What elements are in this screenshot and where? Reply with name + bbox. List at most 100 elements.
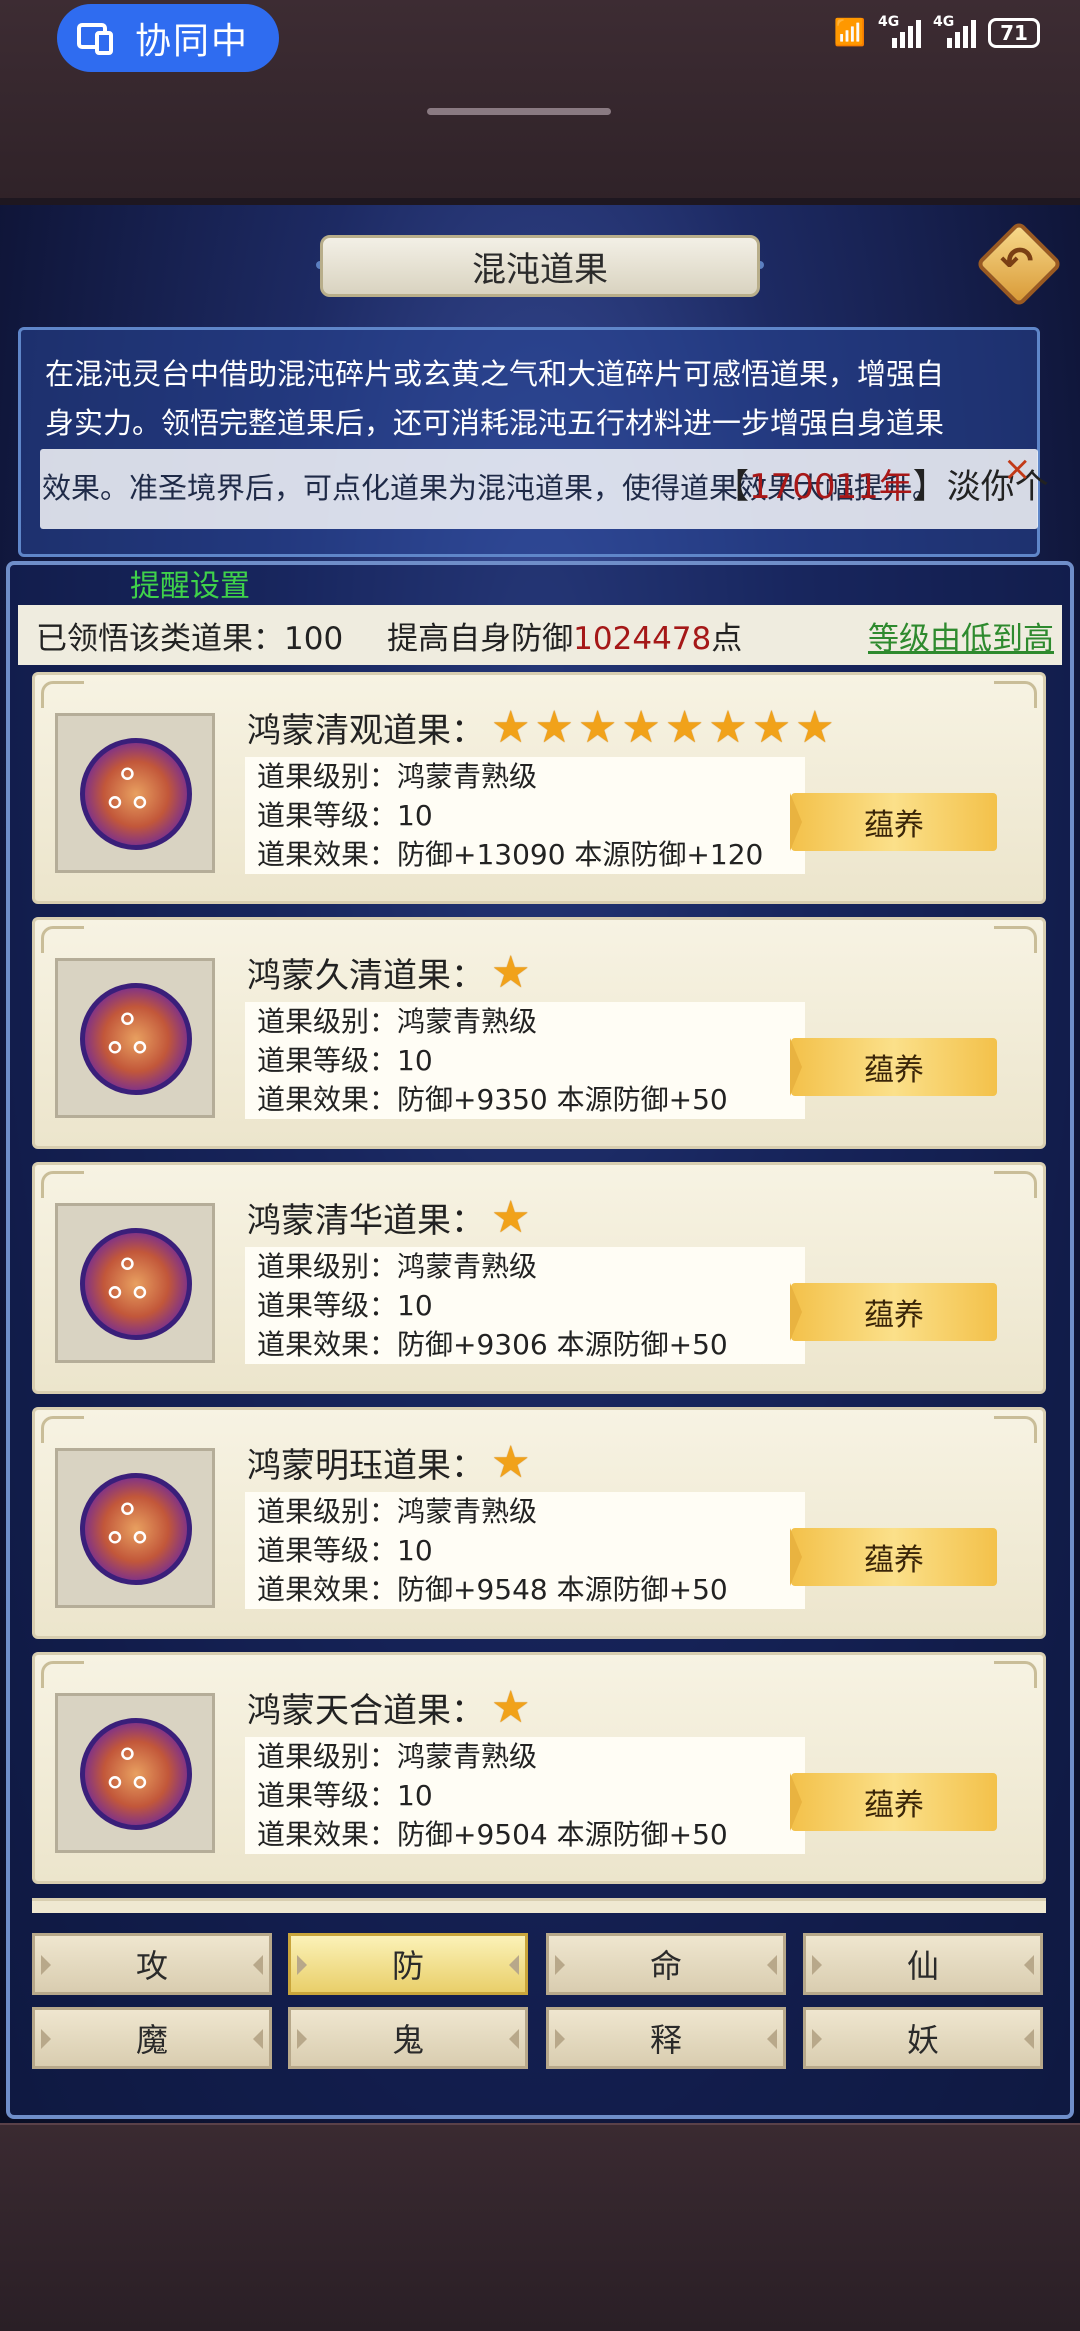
star-icon: ★ [491,701,531,753]
fruit-effect: 道果效果：防御+9306 本源防御+50 [257,1328,728,1361]
fruit-name: 鸿蒙清华道果： [247,1201,485,1241]
fruit-icon-box[interactable]: ஃ [55,1448,215,1608]
fruit-title: 鸿蒙清观道果： ★ ★ ★ ★ ★ ★ ★ ★ [247,703,835,752]
nurture-button[interactable]: 蕴养 [790,1038,997,1096]
fruit-attributes: 道果级别：鸿蒙青熟级 道果等级：10 道果效果：防御+9306 本源防御+50 [245,1247,805,1364]
star-rating: ★ [491,946,531,998]
fruit-title: 鸿蒙久清道果： ★ [247,948,530,997]
tab-label: 释 [649,2021,682,2059]
fruit-attributes: 道果级别：鸿蒙青熟级 道果等级：10 道果效果：防御+9548 本源防御+50 [245,1492,805,1609]
tab-label: 妖 [906,2021,939,2059]
card-corner [41,926,84,953]
star-icon: ★ [491,1191,531,1243]
battery-icon: 71 [988,18,1040,48]
page-title: 混沌道果 [320,235,760,297]
fruit-icon-box[interactable]: ஃ [55,958,215,1118]
description-line-2: 身实力。领悟完整道果后，还可消耗混沌五行材料进一步增强自身道果 [45,406,945,440]
sort-toggle[interactable]: 等级由低到高 [868,613,1054,658]
tab-label: 命 [649,1947,682,1985]
fruit-grade: 道果级别：鸿蒙青熟级 [257,1495,538,1528]
star-icon: ★ [664,701,705,753]
fruit-grade: 道果级别：鸿蒙青熟级 [257,1250,538,1283]
card-corner [994,1171,1037,1198]
card-corner [994,681,1037,708]
tab-攻[interactable]: 攻 [32,1933,272,1995]
fruit-title: 鸿蒙清华道果： ★ [247,1193,530,1242]
fruit-card: ஃ 鸿蒙明珏道果： ★ 道果级别：鸿蒙青熟级 道果等级：10 道果效果：防御+9548 本… [32,1407,1046,1639]
card-corner [994,1416,1037,1443]
banner-player-name: 【170011年】淡你个 [715,467,1049,507]
defense-bonus: 提高自身防御1024478点 [387,620,743,657]
fruit-effect: 道果效果：防御+9350 本源防御+50 [257,1083,728,1116]
tab-label: 攻 [135,1947,168,1985]
signal-icon-2: 4G [933,14,976,48]
fruit-icon-box[interactable]: ஃ [55,713,215,873]
nurture-button[interactable]: 蕴养 [790,793,997,851]
fruit-name: 鸿蒙清观道果： [247,711,485,751]
fruit-icon-box[interactable]: ஃ [55,1203,215,1363]
star-icon: ★ [795,701,835,753]
fruit-title: 鸿蒙明珏道果： ★ [247,1438,530,1487]
tab-label: 魔 [135,2021,168,2059]
collab-pill[interactable]: 协同中 [57,4,279,72]
fruit-effect: 道果效果：防御+13090 本源防御+120 [257,838,764,871]
tab-释[interactable]: 释 [546,2007,786,2069]
fruit-level: 道果等级：10 [257,799,433,832]
partial-card [32,1898,1046,1913]
star-icon: ★ [491,1436,531,1488]
card-corner [41,1416,84,1443]
dragon-orb-icon: ஃ [80,1718,192,1830]
close-icon[interactable]: × [1003,449,1032,489]
fruit-grade: 道果级别：鸿蒙青熟级 [257,1005,538,1038]
tab-命[interactable]: 命 [546,1933,786,1995]
tab-妖[interactable]: 妖 [803,2007,1043,2069]
tab-防[interactable]: 防 [288,1933,528,1995]
battery-level: 71 [1000,21,1028,45]
dragon-orb-icon: ஃ [80,1473,192,1585]
star-icon: ★ [534,701,574,753]
game-panel: 混沌道果 ↶ 在混沌灵台中借助混沌碎片或玄黄之气和大道碎片可感悟道果，增强自 身… [0,205,1080,2125]
nurture-button[interactable]: 蕴养 [790,1528,997,1586]
tab-魔[interactable]: 魔 [32,2007,272,2069]
back-button[interactable]: ↶ [975,220,1063,308]
wifi-icon: 📶 [833,18,866,48]
fruit-card: ஃ 鸿蒙清观道果： ★ ★ ★ ★ ★ ★ ★ ★ 道果级别：鸿蒙青熟级 道果等级：10 道果效果：防御… [32,672,1046,904]
fruit-level: 道果等级：10 [257,1289,433,1322]
dragon-orb-icon: ஃ [80,1228,192,1340]
dragon-orb-icon: ஃ [80,983,192,1095]
tab-仙[interactable]: 仙 [803,1933,1043,1995]
nurture-button[interactable]: 蕴养 [790,1283,997,1341]
tab-鬼[interactable]: 鬼 [288,2007,528,2069]
fruit-name: 鸿蒙久清道果： [247,956,485,996]
system-icons: 📶 4G 4G 71 [833,14,1040,48]
star-icon: ★ [621,701,661,753]
star-rating: ★ [491,1685,530,1730]
multi-screen-icon [77,21,117,55]
fruit-grade: 道果级别：鸿蒙青熟级 [257,1740,538,1773]
tab-label: 仙 [906,1947,939,1985]
bottom-bar [0,2125,1080,2331]
fruit-attributes: 道果级别：鸿蒙青熟级 道果等级：10 道果效果：防御+13090 本源防御+120 [245,757,805,874]
remind-settings-link[interactable]: 提醒设置 [130,561,250,605]
fruit-level: 道果等级：10 [257,1779,433,1812]
star-icon: ★ [491,946,531,998]
window-handle[interactable] [427,108,611,115]
card-corner [994,1661,1037,1688]
fruit-effect: 道果效果：防御+9504 本源防御+50 [257,1818,728,1851]
signal-icon: 4G [878,14,921,48]
fruit-icon-box[interactable]: ஃ [55,1693,215,1853]
star-rating: ★ [491,1191,531,1243]
tab-label: 防 [391,1947,424,1985]
star-icon: ★ [708,701,748,753]
nurture-button[interactable]: 蕴养 [790,1773,997,1831]
fruit-card: ஃ 鸿蒙久清道果： ★ 道果级别：鸿蒙青熟级 道果等级：10 道果效果：防御+9350 本… [32,917,1046,1149]
fruit-level: 道果等级：10 [257,1534,433,1567]
status-bar: 协同中 📶 4G 4G 71 [0,0,1080,205]
star-icon: ★ [751,701,792,753]
summary-bar: 已领悟该类道果：100 提高自身防御1024478点 等级由低到高 [18,605,1062,665]
card-corner [994,926,1037,953]
fruit-grade: 道果级别：鸿蒙青熟级 [257,760,538,793]
realized-count: 已领悟该类道果：100 [36,620,344,657]
star-rating: ★ ★ ★ ★ ★ ★ ★ ★ [491,701,835,753]
collab-label: 协同中 [135,21,250,62]
